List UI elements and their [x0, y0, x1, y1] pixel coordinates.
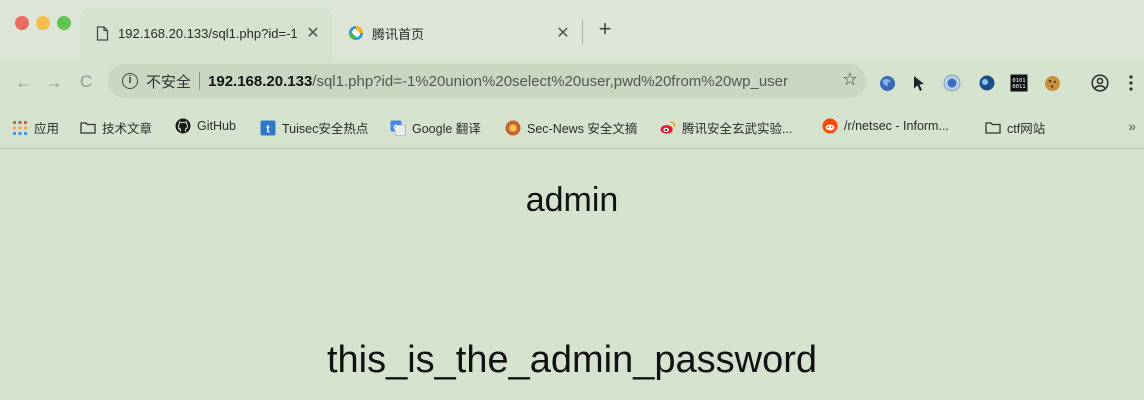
tab-title: 腾讯首页: [372, 26, 425, 42]
reload-button[interactable]: C: [74, 70, 98, 94]
browser-window: 192.168.20.133/sql1.php?id=-1 ✕ 腾讯首页 ✕ +…: [0, 0, 1144, 400]
bookmark-label: 应用: [34, 122, 60, 136]
tab-tencent[interactable]: 腾讯首页 ✕: [334, 8, 582, 58]
query-result-password: this_is_the_admin_password: [326, 339, 818, 381]
close-window-button[interactable]: [15, 16, 29, 30]
tab-title: 192.168.20.133/sql1.php?id=-1: [118, 25, 298, 41]
cursor-extension-icon[interactable]: [910, 74, 928, 92]
maximize-window-button[interactable]: [57, 16, 71, 30]
bookmark-label: 技术文章: [102, 122, 153, 136]
tab-divider: [582, 20, 583, 44]
bookmark-star-icon[interactable]: ☆: [842, 69, 858, 90]
new-tab-button[interactable]: +: [594, 17, 616, 41]
url-host: 192.168.20.133: [208, 72, 313, 90]
folder-icon: [985, 120, 1001, 136]
github-icon: [175, 118, 191, 134]
bookmark-label: Google 翻译: [412, 122, 481, 136]
qq-icon: [348, 25, 364, 41]
bookmark-github[interactable]: GitHub: [175, 118, 236, 134]
toolbar: ← → C i 不安全 192.168.20.133 /sql1.php?id=…: [0, 58, 1144, 106]
tuisec-icon: t: [260, 120, 276, 136]
weibo-icon: [660, 120, 676, 136]
close-tab-icon[interactable]: ✕: [554, 23, 572, 43]
url-path: /sql1.php?id=-1%20union%20select%20user,…: [312, 72, 789, 90]
circle-extension-icon[interactable]: [943, 74, 961, 92]
bookmark-google-translate[interactable]: G Google 翻译: [390, 118, 481, 137]
close-tab-icon[interactable]: ✕: [304, 23, 322, 43]
back-button[interactable]: ←: [12, 70, 36, 94]
bookmark-netsec[interactable]: /r/netsec - Inform...: [822, 118, 949, 134]
binary-extension-icon[interactable]: 0101 0011: [1010, 74, 1028, 92]
address-bar[interactable]: i 不安全 192.168.20.133 /sql1.php?id=-1%20u…: [108, 64, 866, 98]
minimize-window-button[interactable]: [36, 16, 50, 30]
cookie-extension-icon[interactable]: [1043, 74, 1061, 92]
apps-grid-icon: [12, 120, 28, 136]
svg-text:t: t: [266, 123, 270, 135]
bookmark-label: GitHub: [197, 119, 236, 133]
bookmark-label: /r/netsec - Inform...: [844, 119, 949, 133]
bookmark-tuisec[interactable]: t Tuisec安全热点: [260, 118, 368, 137]
query-result-user: admin: [525, 181, 619, 219]
svg-text:0011: 0011: [1012, 84, 1025, 90]
globe-extension-icon[interactable]: [978, 74, 996, 92]
bookmark-tech-articles[interactable]: 技术文章: [80, 118, 152, 137]
profile-icon[interactable]: [1091, 74, 1109, 92]
bookmarks-bar: 应用 技术文章 GitHub t Tuisec安全热点 G Google 翻译 …: [0, 106, 1144, 149]
bookmark-sec-news[interactable]: Sec-News 安全文摘: [505, 118, 637, 137]
bookmark-label: 腾讯安全玄武实验...: [682, 122, 793, 136]
reddit-icon: [822, 118, 838, 134]
forward-button[interactable]: →: [42, 70, 66, 94]
bookmark-label: ctf网站: [1007, 122, 1046, 136]
page-content: admin this_is_the_admin_password: [0, 149, 1144, 400]
bookmark-label: Tuisec安全热点: [282, 122, 369, 136]
divider: [199, 72, 201, 90]
info-icon[interactable]: i: [122, 73, 138, 89]
bookmark-apps[interactable]: 应用: [12, 118, 59, 137]
folder-icon: [80, 120, 96, 136]
menu-icon[interactable]: [1122, 74, 1140, 92]
bookmarks-overflow-button[interactable]: »: [1128, 118, 1136, 134]
bookmark-ctf[interactable]: ctf网站: [985, 118, 1045, 137]
bookmark-xuanwu[interactable]: 腾讯安全玄武实验...: [660, 118, 792, 137]
tab-sql1[interactable]: 192.168.20.133/sql1.php?id=-1 ✕: [80, 8, 332, 58]
bookmark-label: Sec-News 安全文摘: [527, 122, 638, 136]
svg-text:G: G: [393, 124, 399, 131]
google-translate-icon: G: [390, 120, 406, 136]
secnews-icon: [505, 120, 521, 136]
security-label: 不安全: [146, 73, 192, 91]
tab-bar: 192.168.20.133/sql1.php?id=-1 ✕ 腾讯首页 ✕ +: [0, 0, 1144, 58]
chrome-extension-icon[interactable]: [878, 74, 896, 92]
document-icon: [94, 25, 110, 41]
